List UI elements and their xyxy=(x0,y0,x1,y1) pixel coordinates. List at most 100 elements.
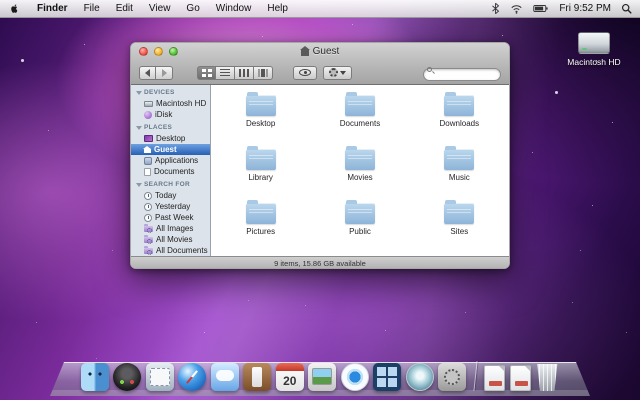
spotlight-menu[interactable] xyxy=(617,3,640,14)
clock-icon xyxy=(144,192,152,200)
desktop-icon-macintosh-hd[interactable]: Macintosh HD xyxy=(562,32,626,67)
airport-menu-extra[interactable] xyxy=(505,3,528,14)
battery-icon xyxy=(533,4,548,13)
folder-icon xyxy=(246,95,276,116)
dock: 20 xyxy=(50,352,590,396)
zoom-button[interactable] xyxy=(169,47,178,56)
hard-drive-icon xyxy=(144,101,153,107)
smart-folder-icon xyxy=(144,237,153,243)
folder-item-sites[interactable]: Sites xyxy=(410,199,509,253)
ical-date-label: 20 xyxy=(276,372,304,390)
window-title: Guest xyxy=(301,46,340,57)
close-button[interactable] xyxy=(139,47,148,56)
trash-dock-icon[interactable] xyxy=(535,364,559,391)
column-view-icon xyxy=(239,69,249,77)
window-title-text: Guest xyxy=(313,46,340,57)
ichat-dock-icon[interactable] xyxy=(211,363,239,391)
sidebar-item-label: Guest xyxy=(154,145,177,154)
dashboard-dock-icon[interactable] xyxy=(113,363,141,391)
bluetooth-menu-extra[interactable] xyxy=(486,2,505,15)
sidebar-item-label: Documents xyxy=(154,167,194,176)
sidebar-item-desktop[interactable]: Desktop xyxy=(131,133,210,144)
menu-item-go[interactable]: Go xyxy=(178,0,207,18)
folder-item-public[interactable]: Public xyxy=(310,199,409,253)
list-view-icon xyxy=(220,69,230,77)
battery-menu-extra[interactable] xyxy=(528,4,553,13)
sidebar-item-documents[interactable]: Documents xyxy=(131,166,210,177)
finder-window: Guest xyxy=(130,42,510,269)
title-bar[interactable]: Guest xyxy=(131,43,509,60)
safari-dock-icon[interactable] xyxy=(178,363,206,391)
sidebar: DEVICES Macintosh HD iDisk PLACES Deskto… xyxy=(131,85,211,256)
document-stack-icon-2[interactable] xyxy=(510,365,531,391)
menu-item-finder[interactable]: Finder xyxy=(29,0,76,18)
sidebar-item-all-documents[interactable]: All Documents xyxy=(131,245,210,256)
sidebar-item-all-images[interactable]: All Images xyxy=(131,223,210,234)
document-stack-icon[interactable] xyxy=(484,365,505,391)
sidebar-item-yesterday[interactable]: Yesterday xyxy=(131,201,210,212)
action-menu-button[interactable] xyxy=(323,66,352,80)
folder-label: Music xyxy=(449,173,470,182)
idisk-icon xyxy=(144,111,152,119)
sidebar-item-label: Yesterday xyxy=(155,202,190,211)
folder-label: Sites xyxy=(450,227,468,236)
folder-item-music[interactable]: Music xyxy=(410,145,509,199)
list-view-button[interactable] xyxy=(216,66,235,80)
sidebar-item-idisk[interactable]: iDisk xyxy=(131,109,210,120)
sidebar-item-guest[interactable]: Guest xyxy=(131,144,210,155)
column-view-button[interactable] xyxy=(235,66,254,80)
folder-item-library[interactable]: Library xyxy=(211,145,310,199)
menu-item-file[interactable]: File xyxy=(76,0,108,18)
forward-button[interactable] xyxy=(156,66,173,80)
menu-item-help[interactable]: Help xyxy=(259,0,296,18)
sidebar-item-label: Macintosh HD xyxy=(156,99,206,108)
minimize-button[interactable] xyxy=(154,47,163,56)
folder-icon xyxy=(444,203,474,224)
folder-item-documents[interactable]: Documents xyxy=(310,91,409,145)
sidebar-item-today[interactable]: Today xyxy=(131,190,210,201)
mail-dock-icon[interactable] xyxy=(146,363,174,391)
smart-folder-icon xyxy=(144,226,153,232)
sidebar-item-past-week[interactable]: Past Week xyxy=(131,212,210,223)
folder-item-desktop[interactable]: Desktop xyxy=(211,91,310,145)
document-icon xyxy=(144,168,151,176)
folder-label: Library xyxy=(248,173,272,182)
coverflow-view-button[interactable] xyxy=(254,66,273,80)
ical-dock-icon[interactable]: 20 xyxy=(276,363,304,391)
search-input[interactable] xyxy=(423,68,501,81)
preview-dock-icon[interactable] xyxy=(308,363,336,391)
time-machine-dock-icon[interactable] xyxy=(406,363,434,391)
finder-dock-icon[interactable] xyxy=(81,363,109,391)
folder-item-pictures[interactable]: Pictures xyxy=(211,199,310,253)
folder-grid: Desktop Documents Downloads Library Movi… xyxy=(211,85,509,256)
folder-label: Public xyxy=(349,227,371,236)
icon-view-button[interactable] xyxy=(197,66,216,80)
menu-item-edit[interactable]: Edit xyxy=(108,0,141,18)
sidebar-section-search-for[interactable]: SEARCH FOR xyxy=(131,180,210,190)
folder-label: Movies xyxy=(347,173,372,182)
applications-icon xyxy=(144,157,152,165)
sidebar-item-label: Desktop xyxy=(156,134,185,143)
window-chrome[interactable]: Guest xyxy=(131,43,509,85)
spaces-dock-icon[interactable] xyxy=(373,363,401,391)
sidebar-item-applications[interactable]: Applications xyxy=(131,155,210,166)
folder-item-downloads[interactable]: Downloads xyxy=(410,91,509,145)
back-button[interactable] xyxy=(139,66,156,80)
menu-item-window[interactable]: Window xyxy=(208,0,260,18)
sidebar-section-places[interactable]: PLACES xyxy=(131,123,210,133)
apple-menu[interactable] xyxy=(0,2,29,15)
sidebar-section-devices[interactable]: DEVICES xyxy=(131,88,210,98)
sidebar-item-macintosh-hd[interactable]: Macintosh HD xyxy=(131,98,210,109)
address-book-dock-icon[interactable] xyxy=(243,363,271,391)
system-preferences-dock-icon[interactable] xyxy=(438,363,466,391)
folder-item-movies[interactable]: Movies xyxy=(310,145,409,199)
itunes-dock-icon[interactable] xyxy=(341,363,369,391)
menu-item-view[interactable]: View xyxy=(141,0,179,18)
dock-separator xyxy=(473,361,477,391)
quick-look-button[interactable] xyxy=(293,66,317,80)
spotlight-magnifier-icon xyxy=(621,3,632,14)
bluetooth-icon xyxy=(491,2,500,15)
menu-bar: Finder File Edit View Go Window Help xyxy=(0,0,640,18)
menu-bar-clock[interactable]: Fri 9:52 PM xyxy=(553,3,617,14)
sidebar-item-all-movies[interactable]: All Movies xyxy=(131,234,210,245)
